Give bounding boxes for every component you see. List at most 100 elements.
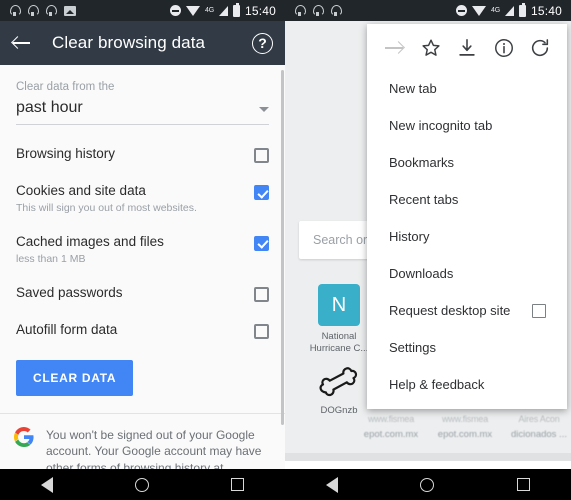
star-icon[interactable]	[420, 37, 442, 59]
menu-item-label: Bookmarks	[389, 155, 455, 170]
option-title: Cached images and files	[16, 233, 164, 249]
shortcut-tile-national-hurricane[interactable]: N National Hurricane C...	[305, 284, 373, 356]
thumbnail-row: www.fismea epot.com.mx www.fismea epot.c…	[285, 414, 571, 440]
option-text: Cookies and site data This will sign you…	[16, 183, 209, 214]
shortcut-tile-dognzb[interactable]: DOGnzb	[305, 366, 373, 417]
option-browsing-history[interactable]: Browsing history	[16, 135, 269, 172]
thumbnail-domain: epot.com.mx	[363, 429, 419, 440]
time-range-row[interactable]: past hour	[16, 99, 269, 125]
option-subtitle: less than 1 MB	[16, 252, 86, 265]
search-placeholder: Search or	[313, 233, 368, 247]
option-text: Autofill form data	[16, 322, 129, 339]
option-cookies-and-site-data[interactable]: Cookies and site data This will sign you…	[16, 172, 269, 223]
nav-bar-right	[285, 469, 571, 500]
nav-back-triangle-icon[interactable]	[326, 476, 339, 493]
thumbnail-item[interactable]: www.fismea epot.com.mx	[359, 414, 423, 440]
menu-item-history[interactable]: History	[367, 218, 567, 255]
menu-item-label: History	[389, 229, 430, 244]
nav-recents-square-icon[interactable]	[516, 478, 530, 491]
menu-item-label: Request desktop site	[389, 303, 511, 318]
menu-item-request-desktop-site[interactable]: Request desktop site	[367, 292, 567, 329]
info-icon[interactable]	[493, 37, 515, 59]
option-saved-passwords[interactable]: Saved passwords	[16, 274, 269, 311]
download-icon[interactable]	[456, 37, 478, 59]
location-pin-icon	[28, 4, 39, 17]
network-type-label: 4G	[491, 7, 500, 14]
do-not-disturb-icon	[170, 5, 182, 16]
right-phone-screen: 4G 15:40 G Search or N National Hurrican…	[285, 0, 571, 500]
menu-item-downloads[interactable]: Downloads	[367, 255, 567, 292]
location-pin-icon	[10, 4, 21, 17]
chrome-new-tab-page: G Search or N National Hurricane C... DO…	[285, 21, 571, 500]
status-bar-right-icons: 4G 15:40	[456, 2, 566, 18]
location-pin-icon	[331, 4, 342, 17]
checkbox-saved-passwords[interactable]	[254, 286, 269, 302]
checkbox-cookies-and-site-data[interactable]	[254, 185, 269, 200]
menu-item-label: Help & feedback	[389, 377, 485, 392]
status-bar-right-icons: 4G 15:40	[170, 2, 280, 18]
tile-label: National Hurricane C...	[309, 331, 369, 355]
menu-item-new-tab[interactable]: New tab	[367, 70, 567, 107]
thumbnail-domain: dicionados ...	[511, 429, 567, 440]
option-subtitle: This will sign you out of most websites.	[16, 201, 197, 214]
checkbox-browsing-history[interactable]	[254, 148, 269, 163]
thumbnail-top-text: www.fismea	[367, 414, 414, 424]
option-text: Browsing history	[16, 146, 127, 163]
nav-home-circle-icon[interactable]	[135, 477, 149, 492]
google-g-logo	[14, 426, 34, 447]
thumbnail-domain: epot.com.mx	[437, 429, 493, 440]
status-bar-left: 4G 15:40	[0, 0, 285, 21]
option-autofill-form-data[interactable]: Autofill form data	[16, 311, 269, 348]
checkbox-request-desktop-site[interactable]	[532, 303, 546, 318]
data-type-option-list: Browsing history Cookies and site data T…	[0, 125, 285, 348]
menu-item-help-and-feedback[interactable]: Help & feedback	[367, 366, 567, 403]
nav-bar-left	[0, 469, 285, 500]
signal-icon	[218, 5, 228, 16]
nav-home-circle-icon[interactable]	[420, 477, 435, 492]
menu-item-label: Recent tabs	[389, 192, 459, 207]
status-bar-right: 4G 15:40	[285, 0, 571, 21]
tile-letter-icon: N	[318, 284, 360, 326]
option-title: Browsing history	[16, 146, 116, 161]
location-pin-icon	[46, 4, 57, 17]
option-title: Cookies and site data	[16, 183, 146, 198]
clear-data-button[interactable]: CLEAR DATA	[16, 359, 134, 396]
clock-left: 15:40	[244, 3, 276, 18]
clock-right: 15:40	[530, 3, 562, 18]
checkbox-autofill-form-data[interactable]	[254, 323, 269, 339]
thumbnail-item[interactable]: www.fismea epot.com.mx	[433, 414, 497, 440]
wifi-icon	[186, 5, 201, 16]
location-pin-icon	[295, 4, 306, 17]
bone-icon	[317, 366, 361, 400]
network-type-label: 4G	[205, 7, 214, 14]
nav-back-triangle-icon[interactable]	[41, 476, 53, 493]
status-bar-left-icons	[5, 4, 76, 17]
nav-recents-square-icon[interactable]	[231, 478, 244, 491]
time-range-spinner[interactable]: Clear data from the past hour	[0, 65, 285, 125]
arrow-back-icon[interactable]	[12, 33, 32, 53]
thumbnail-top-text: www.fismea	[441, 414, 488, 424]
option-text: Saved passwords	[16, 285, 135, 302]
help-circle-icon[interactable]: ?	[252, 32, 273, 54]
thumbnail-item[interactable]: Aires Acon dicionados ...	[507, 414, 571, 440]
menu-item-label: New incognito tab	[389, 118, 493, 133]
chevron-down-icon	[259, 107, 269, 112]
battery-icon	[518, 2, 526, 17]
option-cached-images-and-files[interactable]: Cached images and files less than 1 MB	[16, 223, 269, 274]
status-bar-left-icons	[290, 4, 342, 17]
refresh-icon[interactable]	[529, 37, 551, 59]
vertical-scrollbar[interactable]	[281, 70, 284, 425]
menu-item-new-incognito-tab[interactable]: New incognito tab	[367, 107, 567, 144]
menu-item-bookmarks[interactable]: Bookmarks	[367, 144, 567, 181]
time-range-label: Clear data from the	[16, 81, 115, 93]
google-account-footer: You won't be signed out of your Google a…	[0, 414, 285, 477]
checkbox-cached-images-and-files[interactable]	[254, 235, 269, 251]
menu-item-label: New tab	[389, 81, 437, 96]
wifi-icon	[472, 5, 487, 16]
forward-arrow-icon[interactable]	[383, 37, 405, 59]
app-bar: Clear browsing data ?	[0, 21, 285, 65]
menu-item-settings[interactable]: Settings	[367, 329, 567, 366]
clear-browsing-data-body: Clear data from the past hour Browsing h…	[0, 65, 285, 475]
time-range-value: past hour	[16, 99, 83, 116]
menu-item-recent-tabs[interactable]: Recent tabs	[367, 181, 567, 218]
